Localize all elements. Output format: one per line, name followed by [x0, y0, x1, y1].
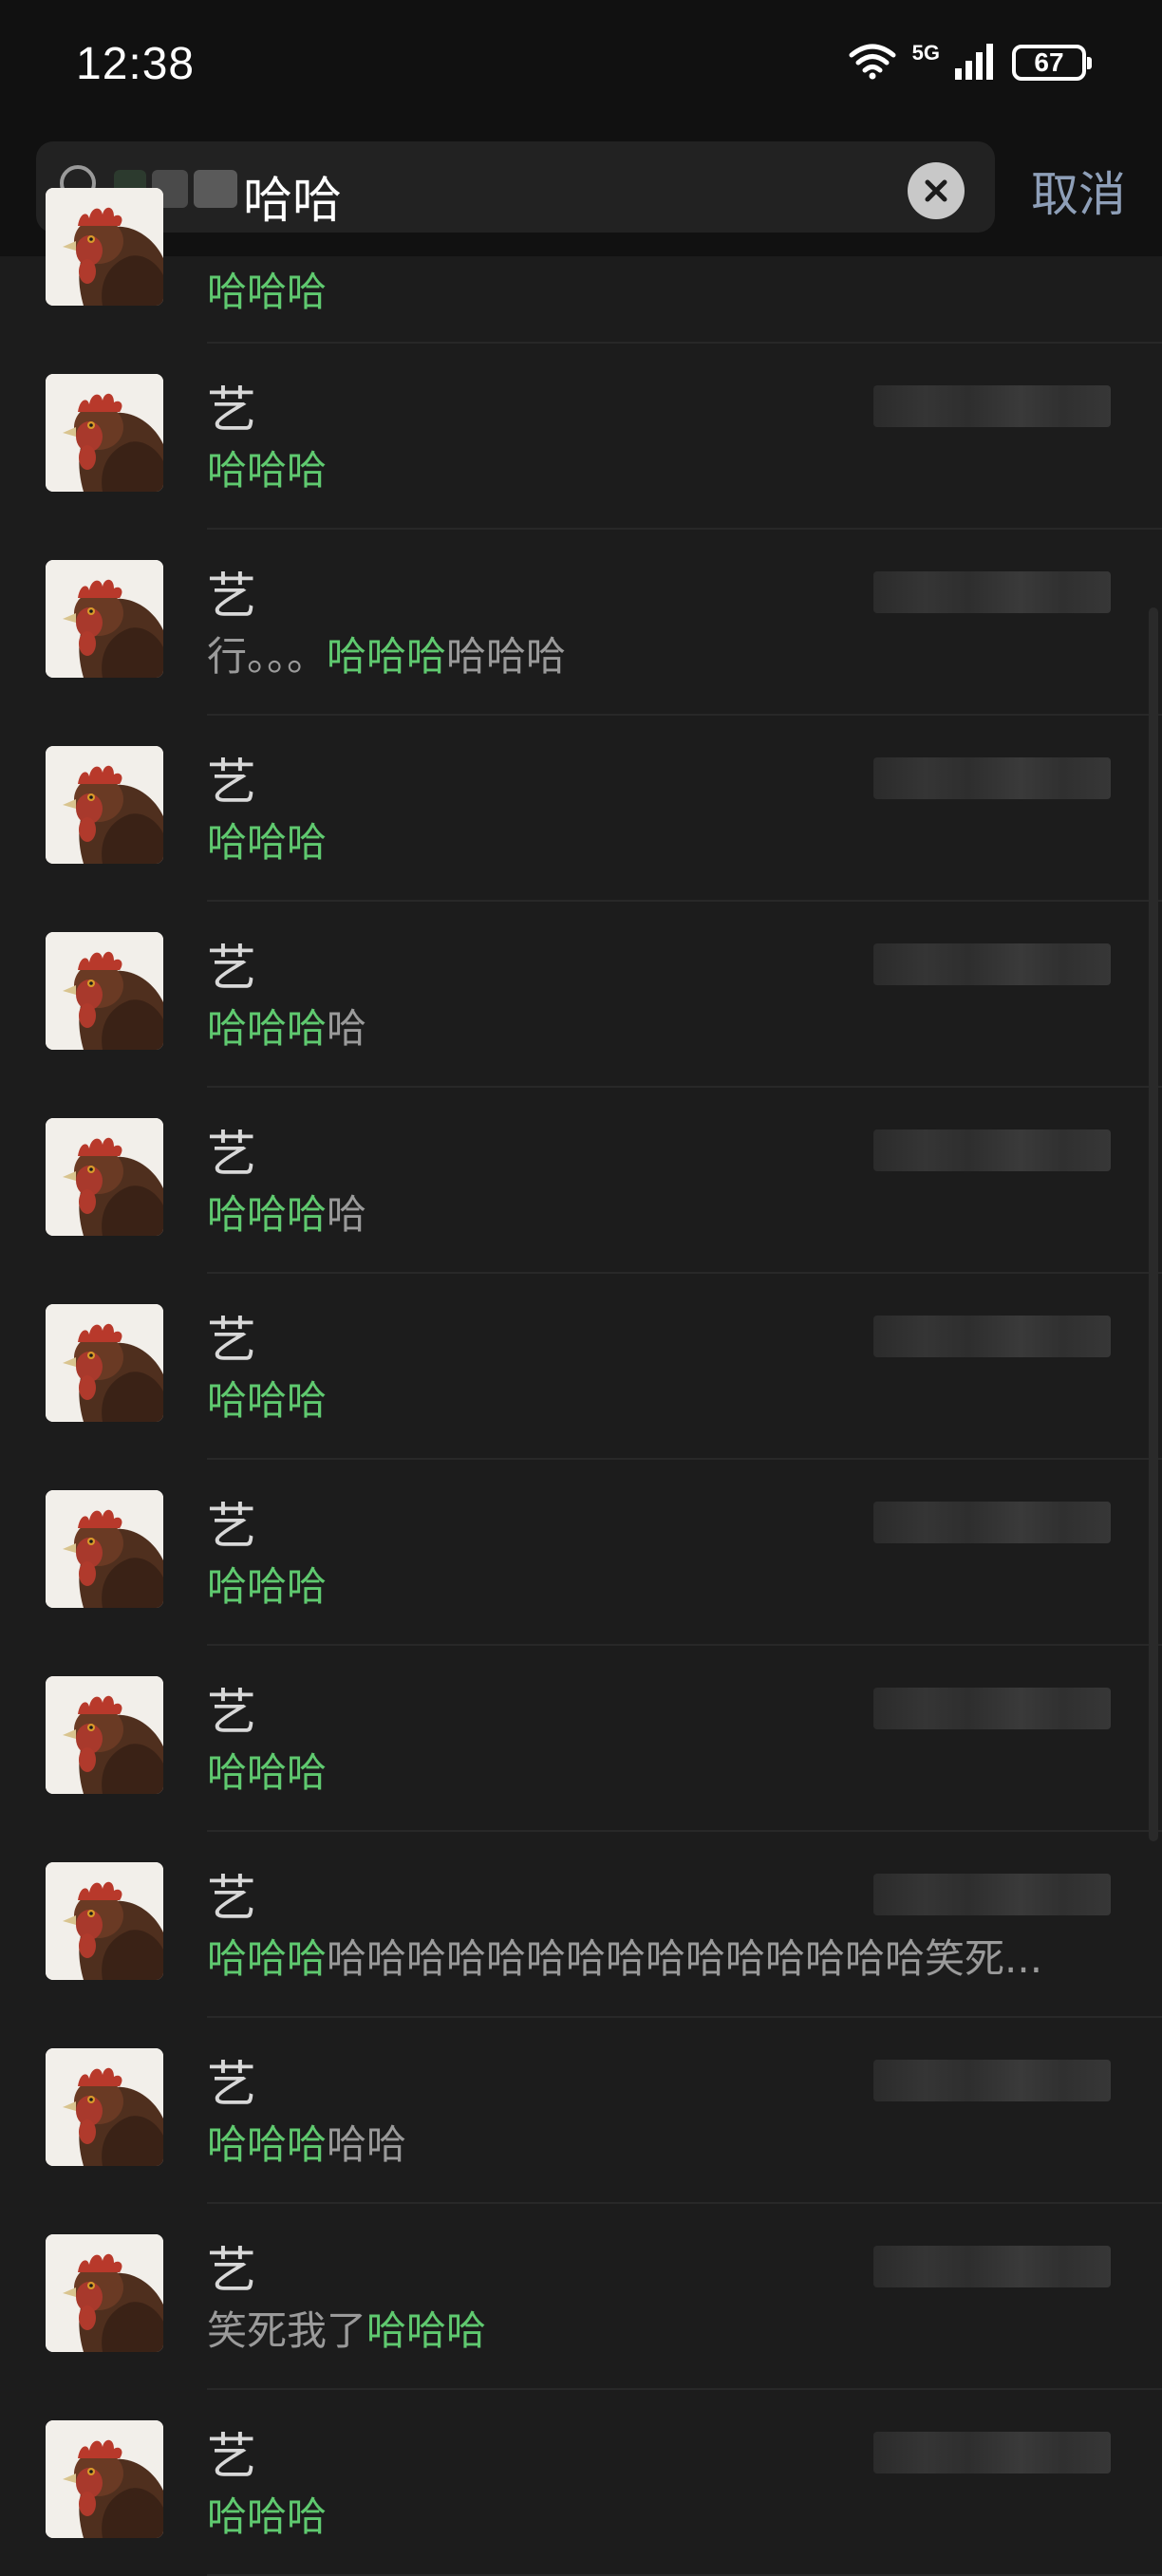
- snippet-text: 哈: [327, 1005, 367, 1052]
- redacted-date: [873, 1874, 1111, 1915]
- redacted-date: [873, 571, 1111, 613]
- avatar: [46, 746, 163, 864]
- result-item[interactable]: 艺哈哈哈: [0, 1646, 1162, 1832]
- message-snippet: 哈哈哈: [207, 1369, 327, 1427]
- status-time: 12:38: [76, 39, 196, 89]
- redacted-date: [873, 2432, 1111, 2473]
- avatar: [46, 932, 163, 1050]
- snippet-text: 哈哈哈哈哈哈哈哈哈哈哈哈哈哈哈笑死...: [327, 1935, 1043, 1982]
- snippet-text: 笑死我了: [207, 2307, 367, 2354]
- avatar: [46, 2234, 163, 2352]
- message-snippet: 笑死我了哈哈哈: [207, 2299, 486, 2357]
- contact-name: 艺: [207, 1313, 257, 1370]
- status-icons: 5G 67: [848, 41, 1092, 84]
- result-item[interactable]: 艺哈哈哈哈哈: [0, 2018, 1162, 2204]
- highlighted-text: 哈哈哈: [207, 1005, 328, 1052]
- redacted-date: [873, 1129, 1111, 1171]
- highlighted-text: 哈哈哈: [207, 1935, 328, 1982]
- redacted-date: [873, 757, 1111, 799]
- snippet-text: 哈哈: [327, 2121, 407, 2168]
- redacted-date: [873, 1502, 1111, 1543]
- redacted-date: [873, 385, 1111, 427]
- contact-name: 艺: [207, 2057, 257, 2114]
- message-snippet: 哈哈哈哈哈哈哈哈哈哈哈哈哈哈哈哈哈哈笑死...: [207, 1927, 1042, 1985]
- message-snippet: 哈哈哈哈: [207, 1183, 366, 1241]
- highlighted-text: 哈哈哈: [207, 2121, 328, 2168]
- highlighted-text: 哈哈哈: [207, 269, 328, 315]
- snippet-text: 行。。。: [207, 633, 328, 680]
- result-item[interactable]: 艺笑死我了哈哈哈: [0, 2204, 1162, 2390]
- redacted-date: [873, 1688, 1111, 1729]
- result-item[interactable]: 艺哈哈哈哈哈哈哈哈哈哈哈哈哈哈哈哈哈哈笑死...: [0, 1832, 1162, 2018]
- message-snippet: 哈哈哈: [207, 1741, 327, 1799]
- contact-name: 艺: [207, 1685, 257, 1742]
- contact-name: 艺: [207, 941, 257, 998]
- battery-icon: 67: [1012, 45, 1092, 81]
- avatar: [46, 1304, 163, 1422]
- message-snippet: 哈哈哈哈: [207, 997, 366, 1055]
- contact-name: 艺: [207, 569, 257, 625]
- signal-icon: [955, 42, 997, 84]
- results-list: 哈哈哈 艺哈哈哈 艺行。。。哈哈哈哈哈哈 艺 哈哈哈 艺 哈哈哈哈 艺 哈哈哈哈…: [0, 188, 1162, 2576]
- redacted-contact-chip: [194, 170, 237, 208]
- highlighted-text: 哈哈哈: [207, 1191, 328, 1238]
- result-item[interactable]: 艺哈哈哈哈: [0, 902, 1162, 1088]
- result-item[interactable]: 艺哈哈哈: [0, 1274, 1162, 1460]
- result-item[interactable]: 艺哈哈哈哈: [0, 1088, 1162, 1274]
- search-input[interactable]: 哈哈: [243, 160, 342, 232]
- network-label: 5G: [911, 41, 940, 65]
- avatar: [46, 2420, 163, 2538]
- cancel-button[interactable]: 取消: [1031, 157, 1126, 225]
- search-header: 哈哈 取消: [0, 138, 1162, 256]
- result-item[interactable]: 艺哈哈哈: [0, 2390, 1162, 2576]
- message-snippet: 哈哈哈: [207, 2485, 327, 2543]
- contact-name: 艺: [207, 2429, 257, 2486]
- contact-name: 艺: [207, 2243, 257, 2300]
- wifi-icon: [848, 42, 897, 84]
- avatar: [46, 188, 163, 306]
- redacted-date: [873, 1316, 1111, 1357]
- contact-name: 艺: [207, 1127, 257, 1184]
- avatar: [46, 560, 163, 678]
- highlighted-text: 哈哈哈: [207, 1377, 328, 1424]
- message-snippet: 哈哈哈: [207, 260, 327, 318]
- avatar: [46, 1862, 163, 1980]
- result-item[interactable]: 艺行。。。哈哈哈哈哈哈: [0, 530, 1162, 716]
- highlighted-text: 哈哈哈: [207, 1749, 328, 1796]
- snippet-text: 哈哈哈: [446, 633, 567, 680]
- message-snippet: 哈哈哈: [207, 1555, 327, 1613]
- message-snippet: 哈哈哈: [207, 811, 327, 868]
- redacted-date: [873, 2060, 1111, 2101]
- contact-name: 艺: [207, 755, 257, 812]
- avatar: [46, 1118, 163, 1236]
- result-item[interactable]: 艺哈哈哈: [0, 1460, 1162, 1646]
- contact-name: 艺: [207, 1499, 257, 1556]
- battery-level: 67: [1034, 47, 1064, 77]
- message-snippet: 行。。。哈哈哈哈哈哈: [207, 625, 566, 682]
- search-box[interactable]: 哈哈: [36, 141, 995, 233]
- contact-name: 艺: [207, 1871, 257, 1928]
- highlighted-text: 哈哈哈: [207, 1563, 328, 1610]
- scrollbar[interactable]: [1149, 607, 1158, 1841]
- redacted-date: [873, 2246, 1111, 2287]
- avatar: [46, 1676, 163, 1794]
- status-bar: 12:38 5G 67: [0, 0, 1162, 138]
- result-item[interactable]: 艺哈哈哈: [0, 344, 1162, 530]
- contact-name: 艺: [207, 383, 257, 439]
- result-item[interactable]: 哈哈哈: [0, 188, 1162, 344]
- message-snippet: 哈哈哈哈哈: [207, 2113, 406, 2171]
- highlighted-text: 哈哈哈: [327, 633, 447, 680]
- message-snippet: 哈哈哈: [207, 439, 327, 496]
- redacted-date: [873, 943, 1111, 985]
- snippet-text: 哈: [327, 1191, 367, 1238]
- clear-icon[interactable]: [908, 162, 965, 219]
- highlighted-text: 哈哈哈: [207, 2493, 328, 2540]
- avatar: [46, 374, 163, 492]
- highlighted-text: 哈哈哈: [207, 819, 328, 866]
- avatar: [46, 2048, 163, 2166]
- highlighted-text: 哈哈哈: [366, 2307, 487, 2354]
- highlighted-text: 哈哈哈: [207, 447, 328, 494]
- avatar: [46, 1490, 163, 1608]
- result-item[interactable]: 艺哈哈哈: [0, 716, 1162, 902]
